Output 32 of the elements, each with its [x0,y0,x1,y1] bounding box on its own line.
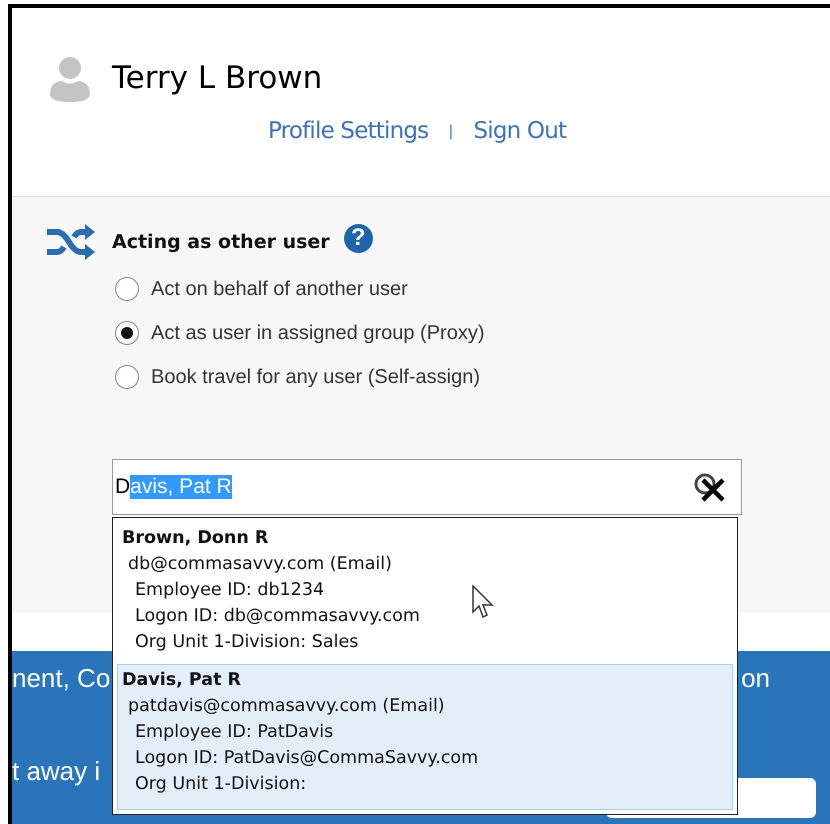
suggestion-email: db@commasavvy.com (Email) [127,553,392,576]
banner-text: on [741,663,770,694]
suggestion-detail: Logon ID: PatDavis@CommaSavvy.com [134,747,478,770]
suggestion-detail: Org Unit 1-Division: Sales [134,631,358,654]
user-name: Terry L Brown [112,60,322,96]
suggestion-detail: Org Unit 1-Division: [134,773,306,796]
suggestion-item[interactable]: Davis, Pat R patdavis@commasavvy.com (Email) Employee ID: PatDavis Logon ID: PatDavis@CommaSavvy.com Org Unit 1-Division: [117,664,733,810]
search-field[interactable]: Davis, Pat R [112,459,742,515]
radio-button[interactable] [115,277,139,301]
radio-label: Act on behalf of another user [151,278,408,300]
radio-button[interactable] [115,321,139,345]
suggestion-detail: Employee ID: db1234 [134,579,324,602]
avatar-icon [50,54,90,102]
help-icon[interactable]: ? [344,224,373,252]
suggestion-name: Brown, Donn R [122,527,268,550]
suggestion-name: Davis, Pat R [122,669,241,692]
radio-label: Act as user in assigned group (Proxy) [151,322,484,344]
section-title: Acting as other user [112,231,330,253]
banner-text: t away i [12,756,100,787]
banner-text: nent, Co [12,663,110,694]
suggestion-detail: Employee ID: PatDavis [134,721,334,744]
sign-out-link[interactable]: Sign Out [473,118,566,144]
radio-label: Book travel for any user (Self-assign) [151,366,480,388]
clear-search-icon[interactable] [693,472,727,502]
profile-settings-link[interactable]: Profile Settings [268,118,428,144]
shuffle-icon [45,223,95,261]
link-separator: | [448,122,454,140]
radio-button[interactable] [115,365,139,389]
suggestion-detail: Logon ID: db@commasavvy.com [134,605,420,628]
mouse-pointer-icon [472,585,494,619]
suggestion-item[interactable]: Brown, Donn R db@commasavvy.com (Email) Employee ID: db1234 Logon ID: db@commasavvy.com Org Unit 1-Division: Sales [117,522,733,658]
suggestion-email: patdavis@commasavvy.com (Email) [127,695,445,718]
